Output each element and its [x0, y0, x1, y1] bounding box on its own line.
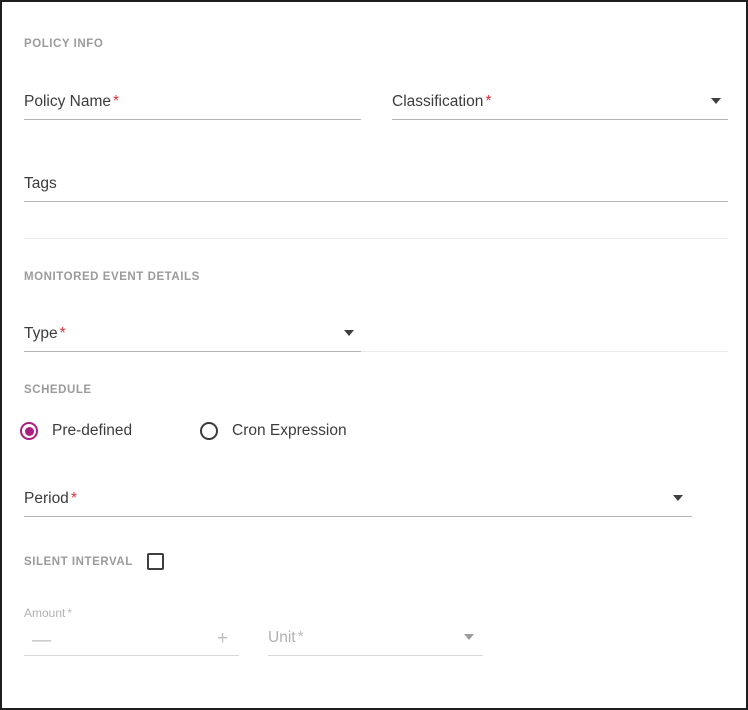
chevron-down-icon[interactable]: [464, 634, 474, 640]
amount-label-text: Amount: [24, 606, 65, 620]
section-header-silent-interval: SILENT INTERVAL: [24, 556, 133, 568]
unit-field[interactable]: Unit*: [268, 616, 483, 656]
unit-label: Unit*: [268, 629, 304, 647]
section-header-schedule: SCHEDULE: [24, 384, 92, 396]
classification-label: Classification*: [392, 93, 491, 111]
policy-name-underline: [24, 119, 361, 120]
unit-underline: [268, 655, 483, 656]
policy-name-label-text: Policy Name: [24, 93, 111, 110]
chevron-down-icon[interactable]: [344, 330, 354, 336]
type-field[interactable]: Type*: [24, 312, 361, 352]
unit-label-text: Unit: [268, 629, 296, 646]
tags-underline: [24, 201, 728, 202]
unit-required-marker: *: [296, 629, 304, 646]
schedule-option-pre-defined[interactable]: Pre-defined: [20, 422, 132, 440]
section-divider-policy-info: [24, 238, 728, 239]
radio-selected-icon[interactable]: [20, 422, 38, 440]
schedule-option-cron-expression[interactable]: Cron Expression: [200, 422, 347, 440]
classification-label-text: Classification: [392, 93, 483, 110]
period-label-text: Period: [24, 490, 69, 507]
policy-form-panel: POLICY INFO Policy Name* Classification*…: [0, 0, 748, 710]
type-required-marker: *: [58, 325, 66, 342]
amount-increment-button[interactable]: +: [217, 629, 228, 648]
period-underline: [24, 516, 692, 517]
classification-field[interactable]: Classification*: [392, 80, 728, 120]
section-header-policy-info: POLICY INFO: [24, 38, 103, 50]
amount-decrement-button[interactable]: —: [32, 631, 51, 650]
radio-unselected-icon[interactable]: [200, 422, 218, 440]
amount-field[interactable]: Amount* — +: [24, 606, 239, 656]
period-required-marker: *: [69, 490, 77, 507]
type-label: Type*: [24, 325, 66, 343]
schedule-option-cron-expression-label: Cron Expression: [232, 422, 347, 440]
tags-label-text: Tags: [24, 175, 57, 192]
chevron-down-icon[interactable]: [673, 495, 683, 501]
section-header-monitored-event-details: MONITORED EVENT DETAILS: [24, 271, 200, 283]
silent-interval-checkbox[interactable]: [147, 553, 164, 570]
period-label: Period*: [24, 490, 77, 508]
policy-name-field[interactable]: Policy Name*: [24, 80, 361, 120]
amount-required-marker: *: [65, 606, 72, 620]
tags-label: Tags: [24, 175, 59, 193]
type-row-divider: [361, 351, 728, 352]
policy-name-label: Policy Name*: [24, 93, 119, 111]
period-field[interactable]: Period*: [24, 477, 692, 517]
policy-name-required-marker: *: [111, 93, 119, 110]
classification-required-marker: *: [483, 93, 491, 110]
schedule-radio-group: Pre-defined Cron Expression: [20, 422, 420, 446]
amount-underline: [24, 655, 239, 656]
type-underline: [24, 351, 361, 352]
schedule-option-pre-defined-label: Pre-defined: [52, 422, 132, 440]
tags-field[interactable]: Tags: [24, 162, 728, 202]
chevron-down-icon[interactable]: [711, 98, 721, 104]
amount-label: Amount*: [24, 606, 72, 620]
type-label-text: Type: [24, 325, 58, 342]
tags-required-marker: [57, 175, 59, 192]
classification-underline: [392, 119, 728, 120]
